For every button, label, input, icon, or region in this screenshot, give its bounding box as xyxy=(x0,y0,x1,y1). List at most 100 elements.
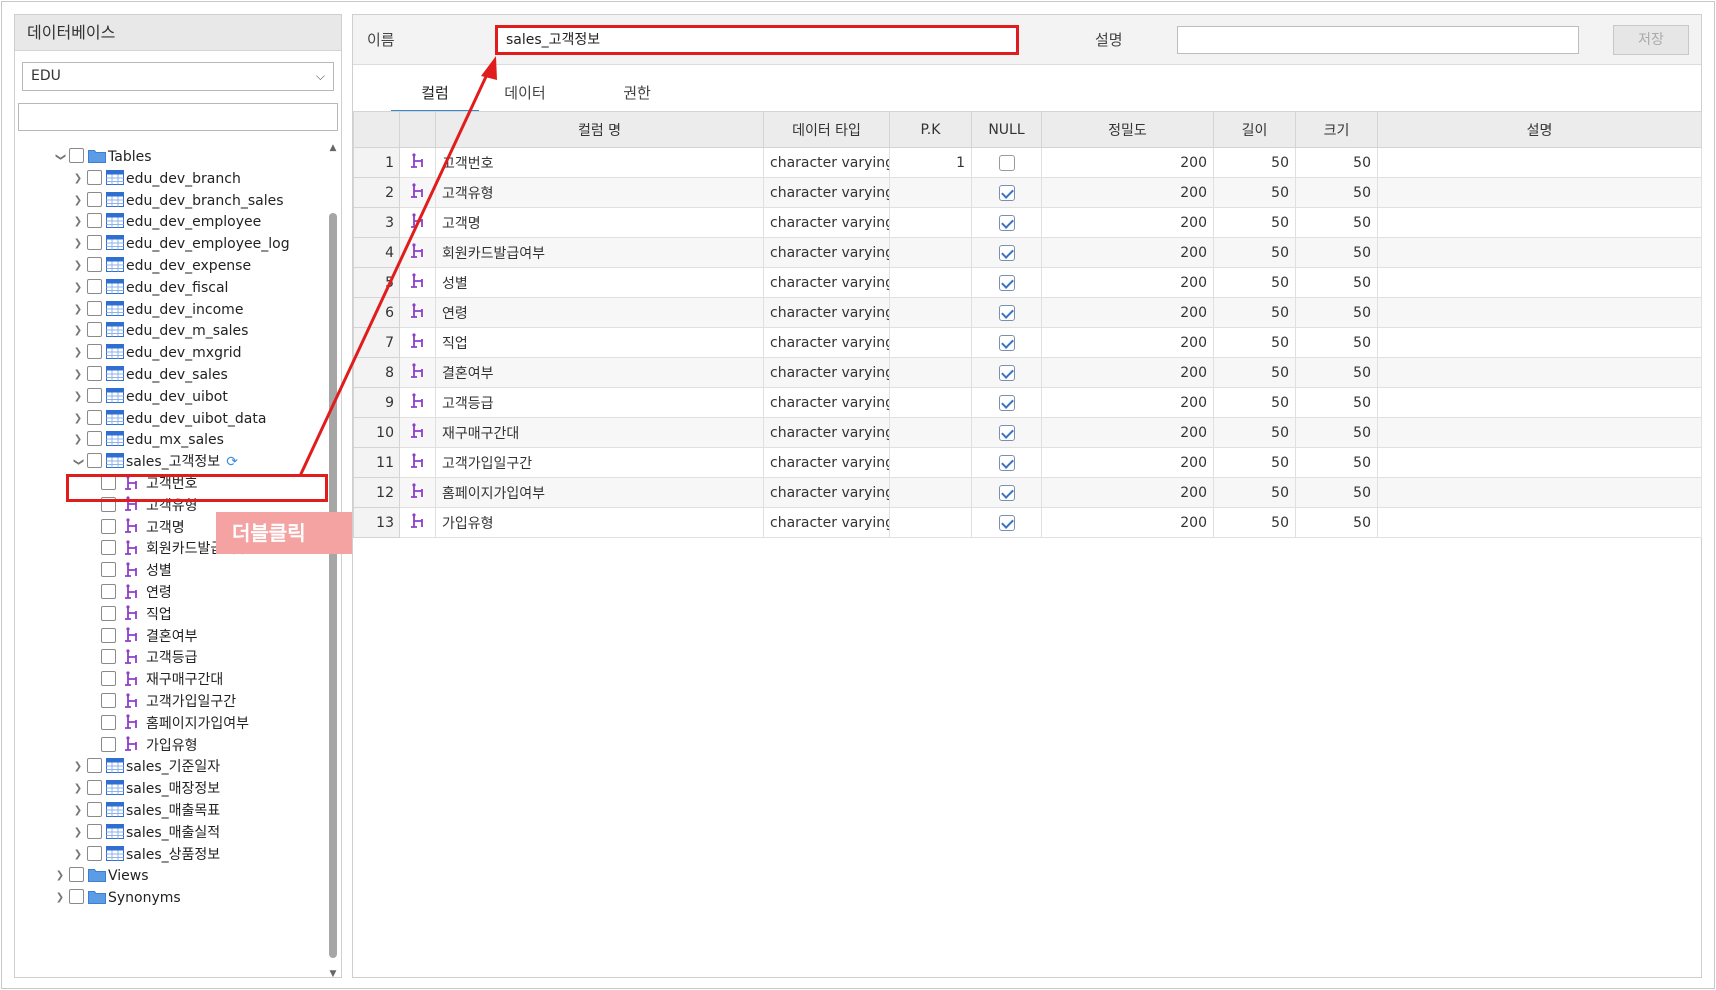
tree-column-item[interactable]: 직업 xyxy=(99,604,172,626)
tree-checkbox[interactable] xyxy=(101,605,116,621)
tree-table-selected[interactable]: ❯ sales_고객정보 ⟳ xyxy=(71,451,238,473)
pk-cell[interactable] xyxy=(889,387,972,418)
tab-columns[interactable]: 컬럼 xyxy=(391,79,479,113)
tree-checkbox[interactable] xyxy=(87,366,102,381)
tree-checkbox[interactable] xyxy=(101,584,116,599)
precision-cell[interactable]: 200 xyxy=(1041,507,1214,538)
size-cell[interactable]: 50 xyxy=(1295,357,1378,388)
data-type-cell[interactable]: character varying xyxy=(763,477,890,508)
null-checkbox[interactable] xyxy=(998,244,1015,261)
tab-permissions[interactable]: 권한 xyxy=(593,79,681,113)
description-cell[interactable] xyxy=(1377,327,1702,358)
size-cell[interactable]: 50 xyxy=(1295,447,1378,478)
length-header[interactable]: 길이 xyxy=(1213,111,1296,148)
tree-checkbox[interactable] xyxy=(69,889,84,905)
chevron-right-icon[interactable]: ❯ xyxy=(53,887,67,909)
length-cell[interactable]: 50 xyxy=(1213,447,1296,478)
chevron-right-icon[interactable]: ❯ xyxy=(71,822,85,844)
tree-column-item[interactable]: 성별 xyxy=(99,560,172,582)
description-cell[interactable] xyxy=(1377,417,1702,448)
tree-checkbox[interactable] xyxy=(101,693,116,708)
precision-cell[interactable]: 200 xyxy=(1041,237,1214,268)
chevron-right-icon[interactable]: ❯ xyxy=(71,320,85,342)
tree-column-item[interactable]: 재구매구간대 xyxy=(99,669,223,691)
column-name-cell[interactable]: 재구매구간대 xyxy=(435,417,764,448)
tree-checkbox[interactable] xyxy=(87,213,102,229)
length-cell[interactable]: 50 xyxy=(1213,267,1296,298)
tree-checkbox[interactable] xyxy=(69,867,84,883)
null-cell[interactable] xyxy=(971,507,1042,538)
tab-data[interactable]: 데이터 xyxy=(481,79,569,113)
tree-folder-synonyms[interactable]: ❯ Synonyms xyxy=(53,887,181,909)
table-row[interactable]: 5 성별 character varying 200 50 50 xyxy=(353,267,1702,298)
null-header[interactable]: NULL xyxy=(971,111,1042,148)
chevron-right-icon[interactable]: ❯ xyxy=(71,277,85,299)
tree-column-item[interactable]: 고객명 xyxy=(99,517,185,539)
table-row[interactable]: 4 회원카드발급여부 character varying 200 50 50 xyxy=(353,237,1702,268)
column-name-cell[interactable]: 직업 xyxy=(435,327,764,358)
column-name-cell[interactable]: 연령 xyxy=(435,297,764,328)
null-checkbox[interactable] xyxy=(998,304,1015,321)
pk-cell[interactable] xyxy=(889,447,972,478)
description-cell[interactable] xyxy=(1377,387,1702,418)
column-name-cell[interactable]: 회원카드발급여부 xyxy=(435,237,764,268)
tree-table-item[interactable]: ❯ edu_dev_expense xyxy=(71,255,251,277)
tree-table-item[interactable]: ❯ edu_dev_income xyxy=(71,299,243,321)
tree-column-item[interactable]: 홈페이지가입여부 xyxy=(99,713,249,735)
tree-checkbox[interactable] xyxy=(87,758,102,774)
table-row[interactable]: 10 재구매구간대 character varying 200 50 50 xyxy=(353,417,1702,448)
tree-column-item[interactable]: 연령 xyxy=(99,582,172,604)
tree-checkbox[interactable] xyxy=(87,453,102,469)
tree-table-item[interactable]: ❯ sales_매장정보 xyxy=(71,778,220,800)
tree-search-input[interactable] xyxy=(18,103,338,131)
pk-cell[interactable] xyxy=(889,477,972,508)
null-checkbox[interactable] xyxy=(998,214,1015,231)
null-cell[interactable] xyxy=(971,177,1042,208)
precision-cell[interactable]: 200 xyxy=(1041,207,1214,238)
precision-cell[interactable]: 200 xyxy=(1041,327,1214,358)
tree-checkbox[interactable] xyxy=(87,780,102,796)
null-cell[interactable] xyxy=(971,207,1042,238)
size-cell[interactable]: 50 xyxy=(1295,477,1378,508)
null-cell[interactable] xyxy=(971,447,1042,478)
tree-checkbox[interactable] xyxy=(87,322,102,338)
pk-cell[interactable] xyxy=(889,507,972,538)
chevron-right-icon[interactable]: ❯ xyxy=(71,211,85,233)
chevron-right-icon[interactable]: ❯ xyxy=(71,800,85,822)
null-cell[interactable] xyxy=(971,327,1042,358)
table-row[interactable]: 9 고객등급 character varying 200 50 50 xyxy=(353,387,1702,418)
tree-checkbox[interactable] xyxy=(87,845,102,861)
tree-folder-tables[interactable]: ❯ Tables xyxy=(53,146,152,168)
description-cell[interactable] xyxy=(1377,207,1702,238)
chevron-right-icon[interactable]: ❯ xyxy=(71,168,85,190)
tree-checkbox[interactable] xyxy=(87,300,102,316)
tree-table-item[interactable]: ❯ edu_dev_sales xyxy=(71,364,228,386)
chevron-right-icon[interactable]: ❯ xyxy=(71,255,85,277)
column-name-cell[interactable]: 홈페이지가입여부 xyxy=(435,477,764,508)
null-cell[interactable] xyxy=(971,267,1042,298)
precision-cell[interactable]: 200 xyxy=(1041,387,1214,418)
tree-table-item[interactable]: ❯ edu_dev_branch_sales xyxy=(71,190,284,212)
column-name-cell[interactable]: 고객가입일구간 xyxy=(435,447,764,478)
tree-checkbox[interactable] xyxy=(87,431,102,447)
chevron-right-icon[interactable]: ❯ xyxy=(53,865,67,887)
size-cell[interactable]: 50 xyxy=(1295,147,1378,178)
precision-header[interactable]: 정밀도 xyxy=(1041,111,1214,148)
tree-checkbox[interactable] xyxy=(101,627,116,643)
null-checkbox[interactable] xyxy=(998,454,1015,471)
tree-folder-views[interactable]: ❯ Views xyxy=(53,865,149,887)
table-row[interactable]: 11 고객가입일구간 character varying 200 50 50 xyxy=(353,447,1702,478)
tree-scrollbar[interactable]: ▲ ▼ xyxy=(328,143,338,979)
pk-cell[interactable] xyxy=(889,327,972,358)
tree-checkbox[interactable] xyxy=(87,344,102,360)
tree-table-item[interactable]: ❯ sales_기준일자 xyxy=(71,756,220,778)
data-type-cell[interactable]: character varying xyxy=(763,417,890,448)
chevron-right-icon[interactable]: ❯ xyxy=(71,299,85,321)
column-name-cell[interactable]: 가입유형 xyxy=(435,507,764,538)
tree-column-item[interactable]: 가입유형 xyxy=(99,735,198,757)
tree-table-item[interactable]: ❯ edu_dev_m_sales xyxy=(71,320,248,342)
null-checkbox[interactable] xyxy=(998,334,1015,351)
table-row[interactable]: 7 직업 character varying 200 50 50 xyxy=(353,327,1702,358)
table-row[interactable]: 2 고객유형 character varying 200 50 50 xyxy=(353,177,1702,208)
chevron-down-icon[interactable]: ❯ xyxy=(67,455,89,469)
